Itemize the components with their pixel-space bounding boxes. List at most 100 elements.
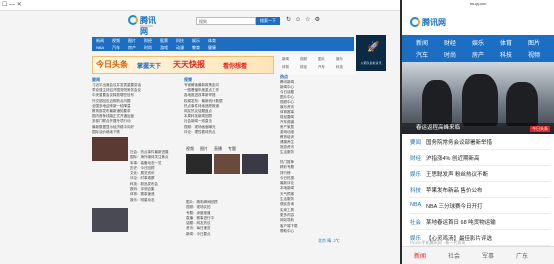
bottom-news-list: 社会：热点事件最新进展 国际：海外媒体关注焦点 军事：装备动态一览 历史：今日回… [130,150,182,203]
hero-figure [506,82,538,126]
mobile-nav-item[interactable]: 娱乐 [472,38,484,47]
mobile-bottom-nav: 新闻 社会 军事 广东 [402,246,554,264]
search-button[interactable]: 搜索一下 [256,17,280,25]
news-link[interactable]: 新闻：今日要点 [186,232,276,237]
nav-item[interactable]: 房产 [128,45,136,51]
media-tab[interactable]: 直播 [214,146,222,151]
bottom-nav-item[interactable]: 广东 [516,251,528,260]
nav-item[interactable]: 图片 [128,38,136,44]
mobile-nav-item[interactable]: 财经 [444,38,456,47]
gear-icon[interactable]: ⚙ [315,17,324,23]
news-source: 科技 [410,188,422,194]
mobile-nav-item[interactable]: 科技 [500,50,512,59]
mobile-news-item[interactable]: 社会 某地春运首日 68 吨货物运输 [410,214,550,230]
quick-link[interactable]: 新闻 [282,57,289,62]
search-input[interactable]: 搜狗 [196,17,256,25]
news-source: 要闻 [410,140,422,146]
nav-item[interactable]: NBA [96,45,104,50]
ad-banner[interactable]: 今日头条 掌握天下 天天快报 看你想看 [92,56,274,74]
quick-link[interactable]: 汽车 [318,65,325,70]
mobile-hero-image[interactable]: 春运返程高峰来临 今日头条 [402,62,554,134]
mobile-nav-item[interactable]: 视频 [528,50,540,59]
news-thumbnail[interactable] [92,137,128,161]
mobile-nav-item[interactable]: 新闻 [416,38,428,47]
center-news-list: 专家解读最新政策走向 一图看懂年度重点工作 各地推进改革新举措 权威发布：最新统… [184,83,274,135]
video-thumbnail[interactable] [242,154,268,174]
rocket-icon: 🚀 [367,42,380,53]
refresh-icon[interactable]: ↻ [286,17,295,23]
media-tab[interactable]: 专题 [228,146,236,151]
news-source: 财经 [410,156,422,162]
nav-item[interactable]: 动漫 [176,45,184,51]
nav-item[interactable]: 财经 [144,38,152,44]
nav-item[interactable]: 娱乐 [192,38,200,44]
news-title: 王思聪发声 粉丝热议不断 [426,172,489,178]
news-title: 某地春运首日 68 吨货物运输 [426,220,496,226]
nav-item[interactable]: 时尚 [144,45,152,51]
quick-link[interactable]: 财经 [300,65,307,70]
logo-sub: QQ.COM [140,24,153,28]
nav-item[interactable]: 教育 [192,45,200,51]
news-source: 社会 [410,220,422,226]
nav-item[interactable]: 汽车 [112,45,120,51]
nav-item[interactable]: 游戏 [160,45,168,51]
mobile-nav-item[interactable]: 房产 [472,50,484,59]
bottom-nav-item[interactable]: 社会 [448,251,460,260]
nav-item[interactable]: 视频 [112,38,120,44]
media-tabs: 视频 图片 直播 专题 [186,146,242,152]
news-title: 国务院常务会议部署新举措 [426,140,493,146]
mobile-news-item[interactable]: 财经 沪指涨4% 创近期新高 [410,150,550,166]
right-link[interactable]: 生活服务 [280,150,356,155]
nav-item[interactable]: 体育 [208,38,216,44]
logo-ring-icon [410,17,420,27]
quick-link[interactable]: 视频 [300,57,307,62]
news-title: 苹果发布新品 售价公布 [426,188,483,194]
video-thumbnail[interactable] [214,154,240,174]
mobile-news-item[interactable]: NBA NBA 三分球赛今日开打 [410,198,550,214]
mobile-news-item[interactable]: 娱乐 王思聪发声 粉丝热议不断 [410,166,550,182]
right-link[interactable]: 帮助中心 [280,229,356,234]
rocket-ad[interactable]: 🚀 火箭队最新资讯 [356,35,386,71]
quick-link[interactable]: 娱乐 [336,57,343,62]
nav-item[interactable]: 科技 [176,38,184,44]
quick-link[interactable]: 图片 [318,57,325,62]
video-thumbnail[interactable] [186,154,212,174]
star-icon[interactable]: ☆ [305,17,314,23]
news-link[interactable]: 评论：理性看待热点 [184,130,274,135]
right-bottom-list: 热门推荐 精彩专题 排行榜 今日热搜 最新评论 本地新闻 天气预报 生活服务 便… [280,160,356,234]
media-tab[interactable]: 图片 [200,146,208,151]
bottom-nav-item[interactable]: 新闻 [414,251,426,260]
news-title: 沪指涨4% 创近期新高 [426,156,480,162]
mobile-nav: 新闻 财经 娱乐 体育 图片 汽车 时尚 房产 科技 视频 [402,35,554,62]
news-title: NBA 三分球赛今日开打 [426,204,483,210]
hero-tag: 今日头条 [530,126,550,132]
news-link[interactable]: 娱乐：明星动态 [130,198,182,203]
nav-item[interactable]: 股票 [160,38,168,44]
news-thumbnail[interactable] [92,208,128,232]
hero-figure [422,80,452,126]
mobile-news-item[interactable]: 要闻 国务院常务会议部署新举措 [410,134,550,150]
media-tab[interactable]: 视频 [186,146,194,151]
mobile-news-item[interactable]: 科技 苹果发布新品 售价公布 [410,182,550,198]
quick-link[interactable]: 体育 [282,65,289,70]
site-logo[interactable]: 腾讯网 QQ.COM [128,14,162,36]
weather-widget[interactable]: 北京 晴 -2℃ [318,238,340,244]
main-nav: 新闻 视频 图片 财经 股票 科技 娱乐 体育 NBA 汽车 房产 时尚 游戏 … [92,37,354,51]
nav-item[interactable]: 新闻 [96,38,104,44]
mobile-nav-item[interactable]: 汽车 [416,50,428,59]
banner-left: 今日头条 [96,60,128,69]
smile-icon[interactable]: ☺ [295,17,305,23]
right-news-list: 腾讯新闻 新闻中心 今日话题 图片中心 视频中心 娱乐资讯 体育赛事 财经要闻 … [280,80,356,155]
news-link[interactable]: 国际油价继续下跌 [92,130,180,135]
mobile-nav-item[interactable]: 图片 [528,38,540,47]
mobile-url[interactable]: xw.qq.com [402,0,554,9]
window-controls[interactable]: ☐ — ✕ [2,1,22,8]
nav-item[interactable]: 健康 [208,45,216,51]
mobile-nav-item[interactable]: 时尚 [444,50,456,59]
news-source: NBA [410,202,422,208]
mobile-nav-item[interactable]: 体育 [500,38,512,47]
toolbar-icons[interactable]: ↻☺☆⚙ [286,16,324,23]
rocket-caption: 火箭队最新资讯 [360,61,382,65]
quick-link[interactable]: 科技 [336,65,343,70]
bottom-nav-item[interactable]: 军事 [482,251,494,260]
